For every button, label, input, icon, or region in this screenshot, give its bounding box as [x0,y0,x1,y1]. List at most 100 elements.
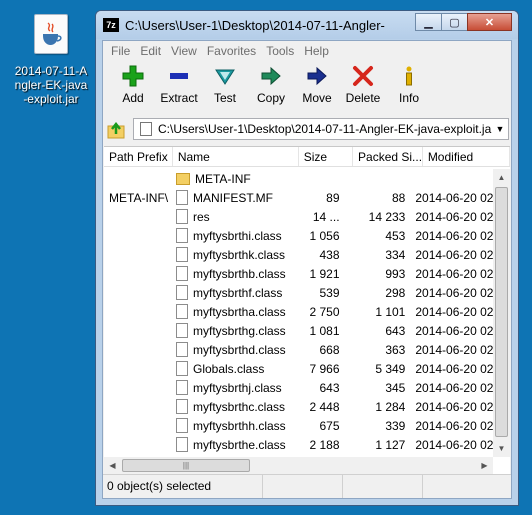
7zip-app-icon[interactable]: 7z [103,18,119,32]
menu-tools[interactable]: Tools [261,44,299,58]
scroll-down-arrow[interactable]: ▼ [493,440,510,457]
file-name: myftysbrthk.class [192,247,285,262]
table-row[interactable]: myftysbrthg.class 1 081 643 2014-06-20 02:3… [104,321,493,340]
window-title: C:\Users\User-1\Desktop\2014-07-11-Angle… [125,17,385,33]
file-name: myftysbrthc.class [192,399,285,414]
info-icon [406,66,412,86]
scroll-up-arrow[interactable]: ▲ [493,169,510,186]
column-size[interactable]: Size [299,147,354,166]
cell-name: myftysbrthf.class [170,285,291,300]
cell-modified: 2014-06-20 02:38 [415,380,493,395]
cell-name: myftysbrthg.class [170,323,291,338]
column-name[interactable]: Name [173,147,299,166]
title-bar[interactable]: 7z C:\Users\User-1\Desktop\2014-07-11-An… [96,11,518,39]
file-icon [175,380,188,395]
file-name: myftysbrthi.class [192,228,282,243]
file-icon [175,342,188,357]
info-button[interactable]: Info [381,65,437,111]
cell-size: 2 188 [309,437,340,452]
table-row[interactable]: myftysbrthi.class 1 056 453 2014-06-20 02:3… [104,226,493,245]
cell-size: 89 [326,190,340,205]
cell-packed-size: 1 101 [375,304,406,319]
status-section [423,475,511,498]
cell-name: myftysbrthh.class [170,418,291,433]
cell-size: 668 [319,342,340,357]
desktop-jar-file[interactable]: 2014-07-11-A ngler-EK-java -exploit.jar [4,14,98,106]
folder-up-button[interactable] [105,119,129,141]
table-row[interactable]: myftysbrthf.class 539 298 2014-06-20 02:38 [104,283,493,302]
horizontal-scroll-thumb[interactable]: ||| [122,459,250,472]
cell-name: res [170,209,291,224]
table-row[interactable]: myftysbrthk.class 438 334 2014-06-20 02:38 [104,245,493,264]
cell-packed-size: 993 [385,266,406,281]
maximize-button[interactable]: ▢ [441,13,468,31]
file-name: Globals.class [192,361,265,376]
menu-edit[interactable]: Edit [135,44,166,58]
scroll-thumb[interactable] [495,187,508,437]
table-row[interactable]: META-INF\ MANIFEST.MF 89 88 2014-06-20 02:38 [104,188,493,207]
cell-modified: 2014-06-20 02:38 [415,190,493,205]
cell-modified: 2014-06-20 02:38 [415,437,493,452]
scroll-right-arrow[interactable]: ▶ [476,457,493,474]
column-modified[interactable]: Modified [423,147,510,166]
menu-help[interactable]: Help [299,44,334,58]
table-row[interactable]: res 14 ... 14 233 2014-06-20 02:38 [104,207,493,226]
horizontal-scrollbar[interactable]: ◀ ||| ▶ [104,457,493,474]
table-row[interactable]: myftysbrthj.class 643 345 2014-06-20 02:38 [104,378,493,397]
cell-name: Globals.class [170,361,291,376]
cell-modified: 2014-06-20 02:38 [415,323,493,338]
column-packed-size[interactable]: Packed Si... [353,147,423,166]
file-name: myftysbrthh.class [192,418,286,433]
move-button-label: Move [302,91,332,105]
cell-modified: 2014-06-20 02:38 [415,247,493,262]
cell-size: 2 750 [309,304,340,319]
file-icon [175,209,188,224]
folder-icon [175,172,190,185]
toolbar: Add Extract Test Copy Move Delete Info [103,61,511,111]
table-row[interactable]: myftysbrtha.class 2 750 1 101 2014-06-20 02… [104,302,493,321]
cell-size: 1 921 [309,266,340,281]
scroll-left-arrow[interactable]: ◀ [104,457,121,474]
table-row[interactable]: Globals.class 7 966 5 349 2014-06-20 02:38 [104,359,493,378]
menu-bar: File Edit View Favorites Tools Help [103,41,511,61]
minimize-button[interactable]: ▁ [415,13,442,31]
info-button-label: Info [398,91,419,105]
path-combobox[interactable]: C:\Users\User-1\Desktop\2014-07-11-Angle… [133,118,509,140]
file-rows: META-INF META-INF\ MANIFEST.MF 89 88 2014-06-… [104,169,493,454]
table-row[interactable]: myftysbrthc.class 2 448 1 284 2014-06-20 02… [104,397,493,416]
table-row[interactable]: myftysbrthh.class 675 339 2014-06-20 02:38 [104,416,493,435]
column-path-prefix[interactable]: Path Prefix [104,147,173,166]
close-button[interactable]: ✕ [467,13,512,31]
folder-up-icon [107,121,125,139]
cell-modified: 2014-06-20 02:38 [415,228,493,243]
cell-modified: 2014-06-20 02:38 [415,304,493,319]
table-row[interactable]: myftysbrthe.class 2 188 1 127 2014-06-20 02… [104,435,493,454]
copy-icon [261,66,281,86]
table-row[interactable]: myftysbrthd.class 668 363 2014-06-20 02:38 [104,340,493,359]
cell-modified: 2014-06-20 02:38 [415,361,493,376]
file-name: myftysbrthd.class [192,342,286,357]
menu-view[interactable]: View [166,44,202,58]
table-row[interactable]: myftysbrthb.class 1 921 993 2014-06-20 02:3… [104,264,493,283]
cell-size: 675 [319,418,340,433]
menu-file[interactable]: File [106,44,135,58]
address-bar: C:\Users\User-1\Desktop\2014-07-11-Angle… [103,116,511,144]
cell-name: myftysbrthj.class [170,380,291,395]
cell-name: myftysbrthk.class [170,247,291,262]
cell-packed-size: 334 [385,247,406,262]
file-icon [175,304,188,319]
add-icon [122,65,144,87]
cell-packed-size: 14 233 [368,209,406,224]
cell-name: myftysbrthe.class [170,437,291,452]
cell-packed-size: 5 349 [375,361,406,376]
cell-packed-size: 1 284 [375,399,406,414]
add-button-label: Add [122,91,144,105]
chevron-down-icon[interactable]: ▼ [492,124,508,134]
table-row[interactable]: META-INF [104,169,493,188]
file-icon [140,122,152,136]
file-name: META-INF [194,171,251,186]
menu-favorites[interactable]: Favorites [202,44,261,58]
vertical-scrollbar[interactable]: ▲ ▼ [493,169,510,457]
file-icon [175,399,188,414]
cell-modified: 2014-06-20 02:38 [415,342,493,357]
